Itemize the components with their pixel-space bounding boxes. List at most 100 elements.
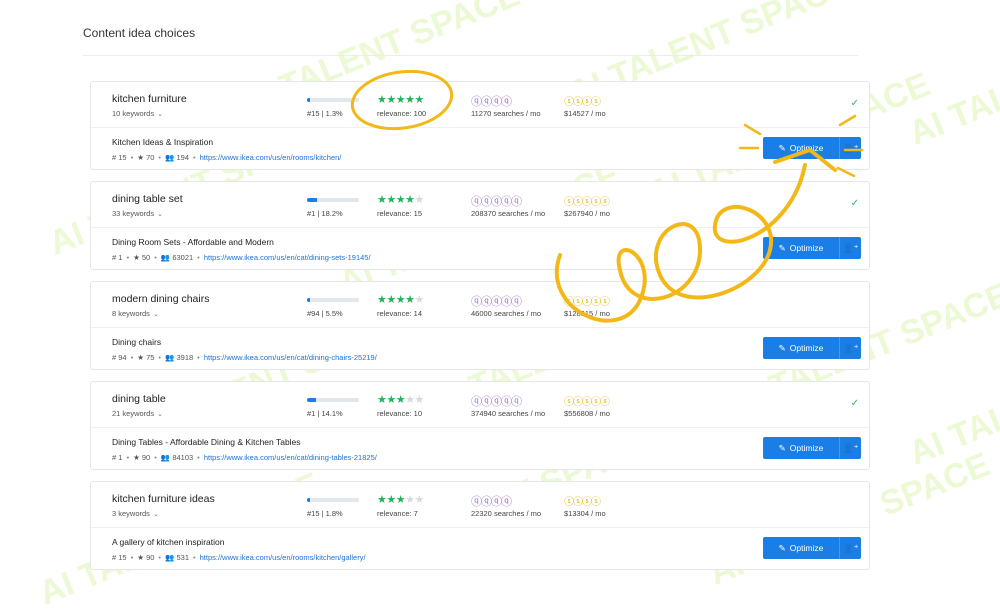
rank-progress-bar [307,198,359,202]
rank-progress-bar [307,298,359,302]
separator-dot: • [130,553,134,562]
assign-user-button[interactable]: 👤⁺ [840,543,861,554]
optimize-label: Optimize [789,243,824,253]
search-volume-icons: ⓠⓠⓠⓠ [471,496,512,508]
assign-user-button[interactable]: 👤⁺ [840,243,861,254]
assign-user-button[interactable]: 👤⁺ [840,443,861,454]
assign-user-button[interactable]: 👤⁺ [840,343,861,354]
chevron-down-icon: ⌄ [157,111,163,118]
rank-text: #1 | 14.1% [307,409,343,418]
users-icon: 👥 [165,553,177,562]
separator-dot: • [193,153,196,162]
page-url-link[interactable]: https://www.ikea.com/us/en/cat/dining-se… [204,253,371,262]
star-icon: ★ [405,94,415,106]
coin-icons: ⓢⓢⓢⓢⓢ [564,397,610,408]
page-rank: 94 [118,353,127,362]
page-rating: 90 [146,553,155,562]
star-icon: ★ [137,153,147,162]
page-rating: 75 [146,353,155,362]
add-user-icon: 👤⁺ [842,442,859,453]
star-icon: ★ [137,353,147,362]
searches-text: 11270 searches / mo [471,109,541,118]
star-icon: ★ [395,494,406,506]
page-title-text: Dining Tables - Affordable Dining & Kitc… [112,437,301,447]
optimize-button[interactable]: ✎ Optimize [763,237,839,259]
keyword-row: kitchen furniture 10 keywords ⌄ #15 | 1.3% ★… [91,82,869,128]
page-url-link[interactable]: https://www.ikea.com/us/en/cat/dining-ta… [204,453,377,462]
optimize-button[interactable]: ✎ Optimize [763,337,839,359]
keywords-dropdown[interactable]: 3 keywords ⌄ [112,509,159,518]
star-icon: ★ [377,394,387,406]
watermark-text: AI TALENT SPACE [903,5,1000,153]
optimize-button[interactable]: ✎ Optimize [763,137,839,159]
page-title-text: A gallery of kitchen inspiration [112,537,225,547]
keywords-dropdown[interactable]: 10 keywords ⌄ [112,109,163,118]
keyword-name: kitchen furniture ideas [112,493,215,505]
chevron-down-icon: ⌄ [157,411,163,418]
page-url-link[interactable]: https://www.ikea.com/us/en/cat/dining-ch… [204,353,377,362]
optimize-button-group: ✎ Optimize 👤⁺ [763,337,861,359]
chevron-down-icon: ⌄ [152,511,159,518]
check-icon: ✓ [850,98,859,109]
optimize-button-group: ✎ Optimize 👤⁺ [763,137,861,159]
keywords-dropdown[interactable]: 21 keywords ⌄ [112,409,163,418]
add-user-icon: 👤⁺ [842,142,859,153]
rank-progress-fill [307,98,310,102]
content-idea-card: dining table set 33 keywords ⌄ #1 | 18.2% ★★… [90,181,870,270]
pencil-icon: ✎ [778,242,786,253]
star-icon: ★ [405,394,415,406]
page-url-link[interactable]: https://www.ikea.com/us/en/rooms/kitchen… [200,153,342,162]
page-url-link[interactable]: https://www.ikea.com/us/en/rooms/kitchen… [200,553,366,562]
star-icon: ★ [395,394,406,406]
optimize-button[interactable]: ✎ Optimize [763,437,839,459]
searches-text: 374940 searches / mo [471,409,546,418]
star-icon: ★ [386,294,396,306]
searches-text: 46000 searches / mo [471,309,542,318]
relevance-stars: ★★★★★ [377,393,424,406]
watermark-text: AI TALENT SPACE [903,325,1000,473]
rank-progress-fill [307,298,311,302]
assign-user-button[interactable]: 👤⁺ [840,143,861,154]
keywords-dropdown[interactable]: 33 keywords ⌄ [112,209,163,218]
keywords-count: 10 keywords [112,109,155,118]
keyword-row: dining table 21 keywords ⌄ #1 | 14.1% ★★★★★ r… [91,382,869,428]
star-icon: ★ [377,94,387,106]
coin-icons: ⓢⓢⓢⓢⓢ [564,297,610,308]
optimize-label: Optimize [789,543,824,553]
chevron-down-icon: ⌄ [152,311,159,318]
star-icon: ★ [137,553,147,562]
rank-progress-bar [307,498,359,502]
relevance-stars: ★★★★★ [377,293,424,306]
value-text: $13304 / mo [564,509,606,518]
keywords-dropdown[interactable]: 8 keywords ⌄ [112,309,159,318]
coin-icons: ⓢⓢⓢⓢ [564,97,601,108]
content-idea-card: modern dining chairs 8 keywords ⌄ #94 | 5.5… [90,281,870,370]
star-icon: ★ [386,94,396,106]
star-icon: ★ [414,494,425,506]
page-rank: 15 [118,553,127,562]
relevance-text: relevance: 14 [377,309,423,318]
keyword-name: dining table set [112,193,183,205]
relevance-stars: ★★★★★ [377,493,424,506]
star-icon: ★ [386,194,396,206]
optimize-button[interactable]: ✎ Optimize [763,537,839,559]
searches-text: 22320 searches / mo [471,509,542,518]
page-users: 84103 [172,453,194,462]
separator-dot: • [197,453,200,462]
add-user-icon: 👤⁺ [842,342,859,353]
keywords-count: 33 keywords [112,209,155,218]
value-coin-icons: ⓢⓢⓢⓢⓢ [564,293,610,308]
separator-dot: • [130,153,134,162]
search-volume-icons: ⓠⓠⓠⓠⓠ [471,396,522,408]
separator-dot: • [154,253,157,262]
content-idea-list: kitchen furniture 10 keywords ⌄ #15 | 1.3% ★… [90,81,870,581]
keyword-name: kitchen furniture [112,93,187,105]
content-idea-card: dining table 21 keywords ⌄ #1 | 14.1% ★★★★★ r… [90,381,870,470]
value-coin-icons: ⓢⓢⓢⓢⓢ [564,193,610,208]
star-icon: ★ [414,394,425,406]
page-row: Dining chairs # 94 • ★ 75 • 👥 3918 • https://ww… [91,327,869,370]
value-text: $14527 / mo [564,109,606,118]
keyword-name: dining table [112,393,166,405]
page-title: Content idea choices [83,26,196,40]
users-icon: 👥 [160,453,173,462]
